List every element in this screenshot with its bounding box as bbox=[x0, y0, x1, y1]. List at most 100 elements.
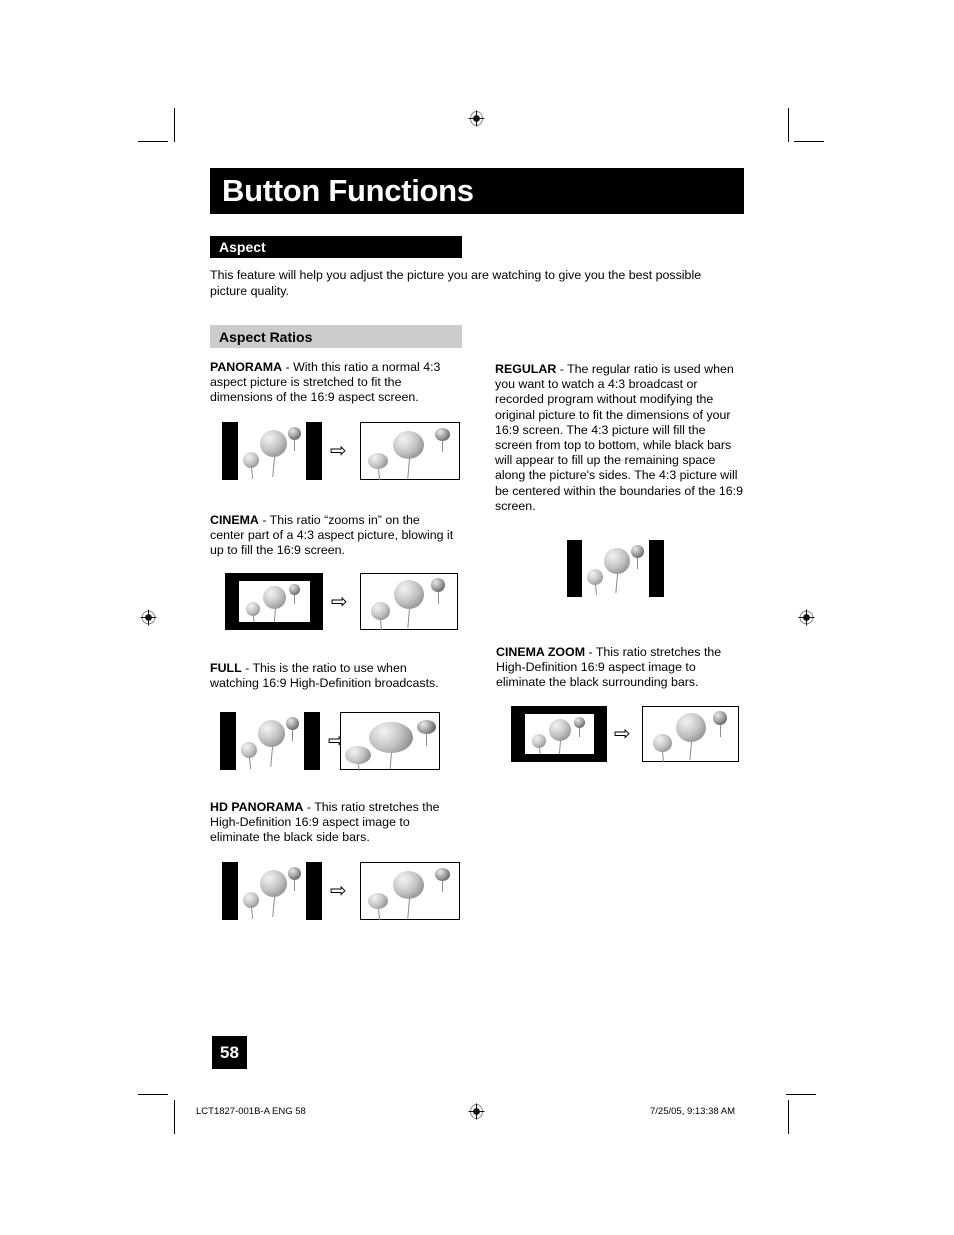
balloon-small-right-string bbox=[294, 440, 295, 451]
ratio-hd-panorama-after-panel bbox=[360, 862, 460, 920]
balloon-small-left-string bbox=[595, 584, 598, 595]
balloon-small-left bbox=[532, 734, 546, 748]
balloon-small-right bbox=[713, 711, 727, 725]
crop-mark-top-left-horizontal bbox=[138, 141, 168, 142]
balloon-small-left-string bbox=[380, 619, 383, 630]
ratio-hd-panorama-arrow-icon: ⇨ bbox=[330, 878, 347, 902]
registration-target-icon-top bbox=[468, 110, 485, 127]
crop-mark-top-right-horizontal bbox=[794, 141, 824, 142]
balloon-small-right bbox=[288, 427, 301, 440]
ratio-cinema-zoom-before-picture bbox=[525, 714, 594, 754]
balloon-large bbox=[369, 722, 413, 753]
page-number-label: 58 bbox=[220, 1042, 239, 1062]
balloon-small-right-string bbox=[442, 881, 443, 892]
balloon-small-left-string bbox=[249, 757, 252, 769]
ratio-full-before-picture bbox=[236, 712, 304, 770]
ratio-full-before-panel bbox=[220, 712, 320, 770]
page-number-badge: 58 bbox=[212, 1036, 247, 1069]
balloon-small-right bbox=[435, 868, 450, 881]
balloon-large-string bbox=[407, 898, 410, 919]
balloon-large-string bbox=[272, 896, 275, 917]
ratio-cinema-zoom-name: CINEMA ZOOM bbox=[496, 645, 586, 659]
ratio-hd-panorama-name: HD PANORAMA bbox=[210, 800, 304, 814]
balloon-large bbox=[263, 586, 286, 609]
ratio-hd-panorama-before-picture bbox=[238, 862, 306, 920]
balloon-large-string bbox=[558, 740, 561, 754]
balloon-large bbox=[260, 870, 287, 897]
balloon-small-right bbox=[288, 867, 301, 880]
crop-mark-bottom-left-vertical bbox=[174, 1100, 175, 1134]
ratio-cinema-zoom-separator: - bbox=[585, 645, 596, 659]
registration-target-icon-left bbox=[140, 609, 157, 626]
balloon-small-left bbox=[243, 452, 259, 468]
ratio-hd-panorama-separator: - bbox=[303, 800, 315, 814]
balloon-large bbox=[676, 713, 706, 742]
balloon-small-left bbox=[243, 892, 259, 908]
ratio-full-text: FULL - This is the ratio to use when wat… bbox=[210, 661, 455, 691]
balloon-large bbox=[258, 720, 285, 747]
balloon-large-string bbox=[272, 456, 275, 477]
footer-rule-right bbox=[786, 1094, 816, 1095]
balloon-small-left-string bbox=[251, 467, 254, 479]
balloon-large bbox=[260, 430, 287, 457]
balloon-large bbox=[394, 580, 424, 609]
balloon-large bbox=[604, 548, 630, 574]
ratio-panorama-after-panel bbox=[360, 422, 460, 480]
balloon-small-right bbox=[417, 720, 436, 734]
balloon-small-right bbox=[435, 428, 450, 441]
ratio-panorama-name: PANORAMA bbox=[210, 360, 283, 374]
ratio-cinema-zoom-after-panel bbox=[642, 706, 739, 762]
balloon-small-right bbox=[289, 584, 300, 595]
ratio-panorama-arrow-icon: ⇨ bbox=[330, 438, 347, 462]
balloon-small-right-string bbox=[294, 880, 295, 891]
ratio-panorama-separator: - bbox=[282, 360, 294, 374]
footer-rule-left bbox=[138, 1094, 168, 1095]
balloon-small-left bbox=[368, 453, 388, 469]
ratio-hd-panorama-text: HD PANORAMA - This ratio stretches the H… bbox=[210, 800, 455, 846]
balloon-small-left bbox=[345, 746, 371, 764]
balloon-small-right-string bbox=[438, 592, 439, 604]
page-title: Button Functions bbox=[222, 173, 474, 208]
balloon-small-right-string bbox=[720, 725, 721, 737]
ratio-cinema-arrow-icon: ⇨ bbox=[331, 589, 348, 613]
ratio-cinema-text: CINEMA - This ratio “zooms in” on the ce… bbox=[210, 513, 455, 559]
registration-target-icon-bottom bbox=[468, 1103, 485, 1120]
balloon-small-left bbox=[368, 893, 388, 909]
ratio-regular-separator: - bbox=[556, 362, 568, 376]
ratio-cinema-separator: - bbox=[258, 513, 270, 527]
balloon-small-left bbox=[246, 602, 260, 616]
ratio-regular-description: The regular ratio is used when you want … bbox=[495, 362, 743, 513]
balloon-large bbox=[393, 871, 424, 899]
balloon-large-string bbox=[407, 458, 410, 479]
footer-document-code: LCT1827-001B-A ENG 58 bbox=[196, 1106, 306, 1117]
ratio-cinema-before-picture bbox=[239, 581, 310, 622]
ratio-hd-panorama-before-panel bbox=[222, 862, 322, 920]
balloon-small-left-string bbox=[662, 751, 665, 762]
ratio-regular-text: REGULAR - The regular ratio is used when… bbox=[495, 362, 745, 514]
ratio-cinema-name: CINEMA bbox=[210, 513, 259, 527]
balloon-small-left bbox=[653, 734, 672, 752]
balloon-large-string bbox=[615, 573, 618, 593]
balloon-large-string bbox=[270, 746, 273, 767]
ratio-cinema-after-panel bbox=[360, 573, 458, 630]
balloon-large-string bbox=[407, 608, 410, 628]
section-heading-aspect-ratios: Aspect Ratios bbox=[210, 325, 462, 348]
footer-timestamp: 7/25/05, 9:13:38 AM bbox=[650, 1106, 736, 1117]
ratio-regular-picture bbox=[582, 540, 649, 597]
crop-mark-top-right-vertical bbox=[788, 108, 789, 142]
page-title-banner: Button Functions bbox=[210, 168, 744, 214]
balloon-small-left-string bbox=[378, 908, 381, 920]
balloon-large-string bbox=[689, 741, 692, 760]
crop-mark-bottom-right-vertical bbox=[788, 1100, 789, 1134]
balloon-small-right-string bbox=[292, 730, 293, 741]
balloon-small-left-string bbox=[539, 747, 541, 754]
crop-mark-top-left-vertical bbox=[174, 108, 175, 142]
ratio-cinema-before-panel bbox=[225, 573, 323, 630]
balloon-large-string bbox=[389, 752, 392, 769]
balloon-small-left bbox=[241, 742, 257, 758]
ratio-regular-panel bbox=[567, 540, 664, 597]
registration-target-icon-right bbox=[798, 609, 815, 626]
balloon-small-left bbox=[587, 569, 603, 585]
ratio-full-after-panel bbox=[340, 712, 440, 772]
ratio-cinema-zoom-before-panel bbox=[511, 706, 607, 762]
